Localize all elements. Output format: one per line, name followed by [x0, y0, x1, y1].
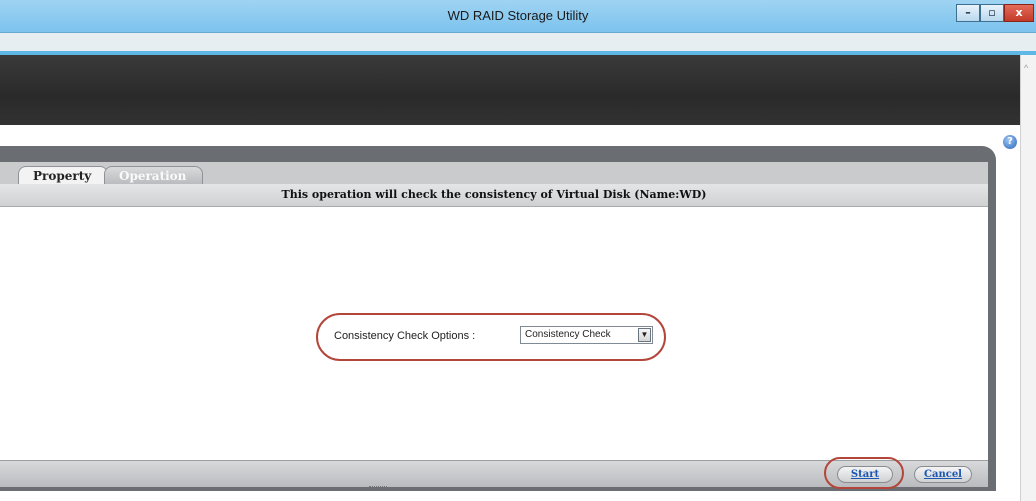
window-title: WD RAID Storage Utility	[447, 8, 589, 23]
resize-grip[interactable]	[369, 486, 387, 490]
consistency-check-options-label: Consistency Check Options :	[334, 330, 476, 342]
help-icon[interactable]: ?	[1003, 135, 1017, 149]
minimize-button[interactable]: –	[956, 4, 980, 22]
maximize-button[interactable]: ▫	[980, 4, 1004, 22]
close-button[interactable]: x	[1004, 4, 1034, 22]
menu-strip	[0, 33, 1036, 51]
chevron-down-icon[interactable]: ▼	[638, 328, 651, 342]
scroll-up-arrow-icon[interactable]: ^	[1024, 63, 1028, 73]
header-banner	[0, 55, 1020, 125]
select-value: Consistency Check	[525, 329, 611, 340]
consistency-check-select[interactable]: Consistency Check ▼	[520, 326, 653, 344]
window-title-bar[interactable]: WD RAID Storage Utility – ▫ x	[0, 0, 1036, 33]
cancel-button[interactable]: Cancel	[914, 466, 972, 483]
start-button[interactable]: Start	[837, 466, 893, 483]
operation-description: This operation will check the consistenc…	[0, 184, 988, 207]
tab-property[interactable]: Property	[18, 166, 109, 185]
vertical-scrollbar[interactable]: ^	[1020, 55, 1036, 501]
tab-operation[interactable]: Operation	[104, 166, 204, 185]
